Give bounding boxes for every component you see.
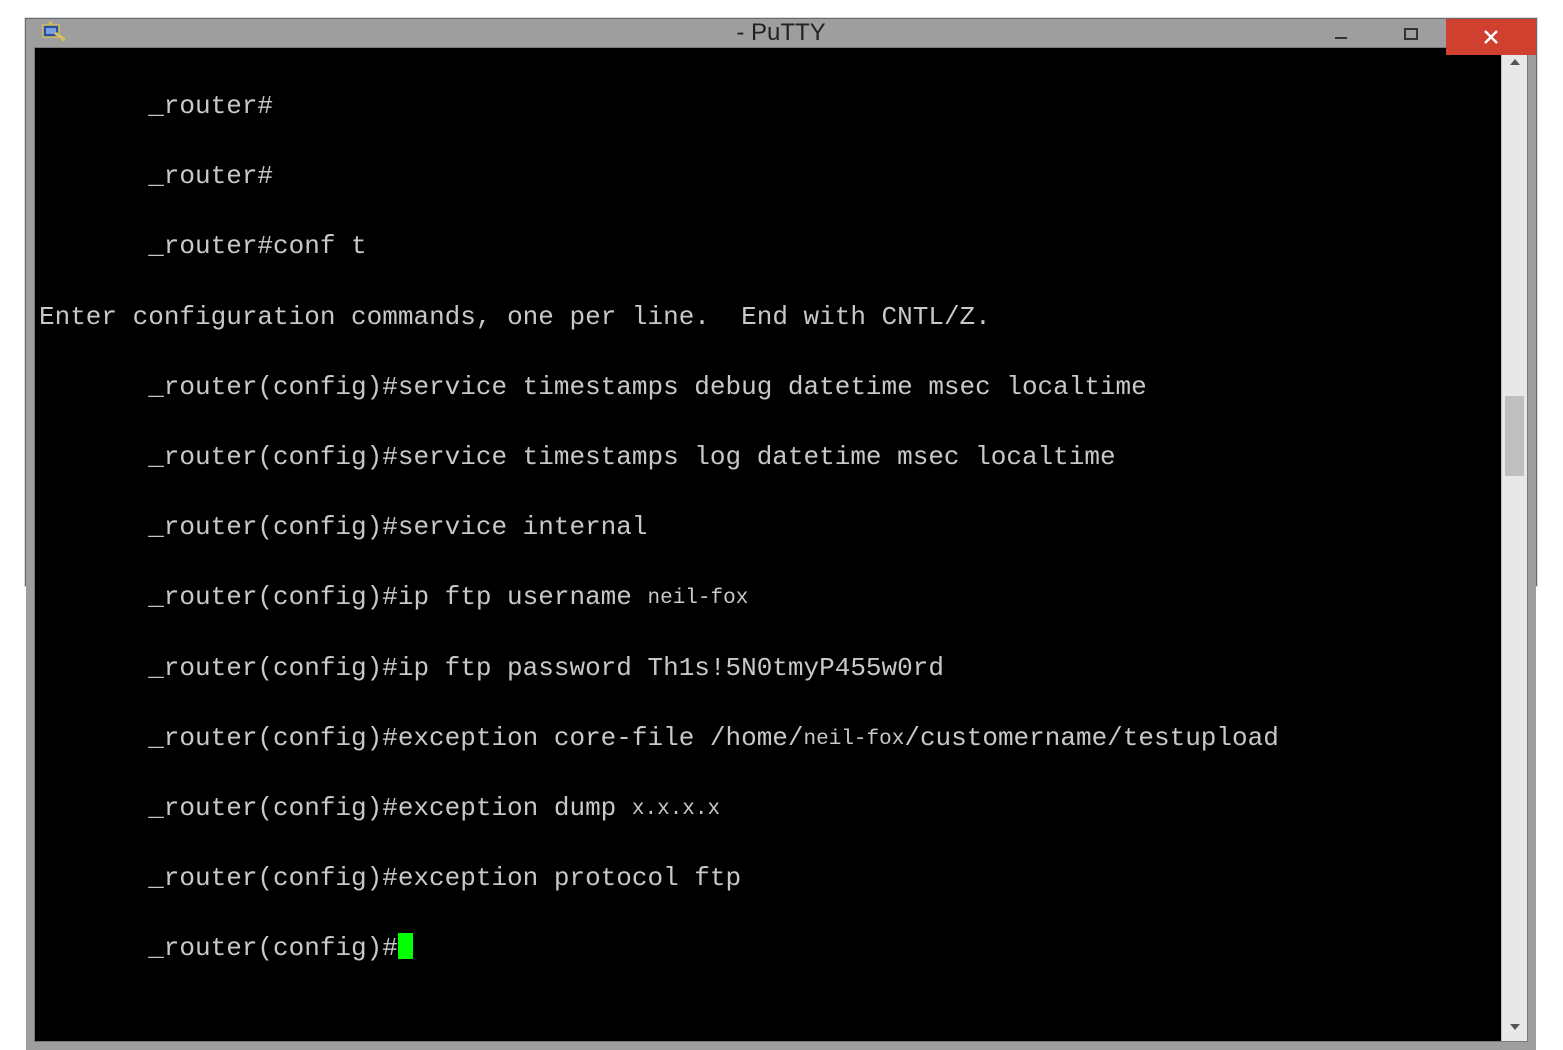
terminal-line: ip ftp username <box>398 582 648 612</box>
terminal-line: service timestamps log datetime msec loc… <box>398 442 1116 472</box>
putty-window: - PuTTY _router# _router# _router#conf t… <box>25 18 1537 586</box>
scrollbar[interactable] <box>1501 48 1527 1041</box>
terminal-line: /customername/testupload <box>904 723 1278 753</box>
terminal-cursor <box>398 933 413 959</box>
scroll-thumb[interactable] <box>1505 396 1524 476</box>
terminal-prompt: _router(config)# <box>148 933 398 963</box>
terminal-frame: _router# _router# _router#conf t Enter c… <box>34 47 1528 1042</box>
close-button[interactable] <box>1446 19 1536 55</box>
terminal-prompt: _router(config)# <box>148 442 398 472</box>
terminal-prompt: _router(config)# <box>148 512 398 542</box>
window-buttons <box>1306 19 1536 59</box>
scroll-down-button[interactable] <box>1502 1013 1527 1041</box>
terminal-prompt: _router(config)# <box>148 653 398 683</box>
terminal-line: _router# <box>148 91 273 121</box>
terminal-line: service timestamps debug datetime msec l… <box>398 372 1147 402</box>
terminal-output[interactable]: _router# _router# _router#conf t Enter c… <box>35 48 1501 1041</box>
maximize-button[interactable] <box>1376 19 1446 51</box>
terminal-line: service internal <box>398 512 648 542</box>
titlebar[interactable]: - PuTTY <box>26 19 1536 47</box>
terminal-line: Enter configuration commands, one per li… <box>39 302 991 332</box>
putty-icon <box>40 19 68 47</box>
redacted-username: neil-fox <box>804 726 905 754</box>
terminal-line: exception core-file /home/ <box>398 723 804 753</box>
window-title: - PuTTY <box>736 19 825 47</box>
terminal-prompt: _router(config)# <box>148 582 398 612</box>
minimize-button[interactable] <box>1306 19 1376 51</box>
terminal-prompt: _router(config)# <box>148 793 398 823</box>
redacted-username: neil-fox <box>647 585 748 613</box>
redacted-ip: x.x.x.x <box>632 796 720 824</box>
terminal-line: ip ftp password Th1s!5N0tmyP455w0rd <box>398 653 944 683</box>
terminal-line: _router# <box>148 161 273 191</box>
terminal-line: exception dump <box>398 793 632 823</box>
terminal-prompt: _router(config)# <box>148 863 398 893</box>
terminal-line: conf t <box>273 231 367 261</box>
terminal-prompt: _router# <box>148 231 273 261</box>
terminal-container: _router# _router# _router#conf t Enter c… <box>26 47 1536 1050</box>
terminal-prompt: _router(config)# <box>148 372 398 402</box>
terminal-prompt: _router(config)# <box>148 723 398 753</box>
terminal-line: exception protocol ftp <box>398 863 741 893</box>
scroll-track[interactable] <box>1502 76 1527 1013</box>
